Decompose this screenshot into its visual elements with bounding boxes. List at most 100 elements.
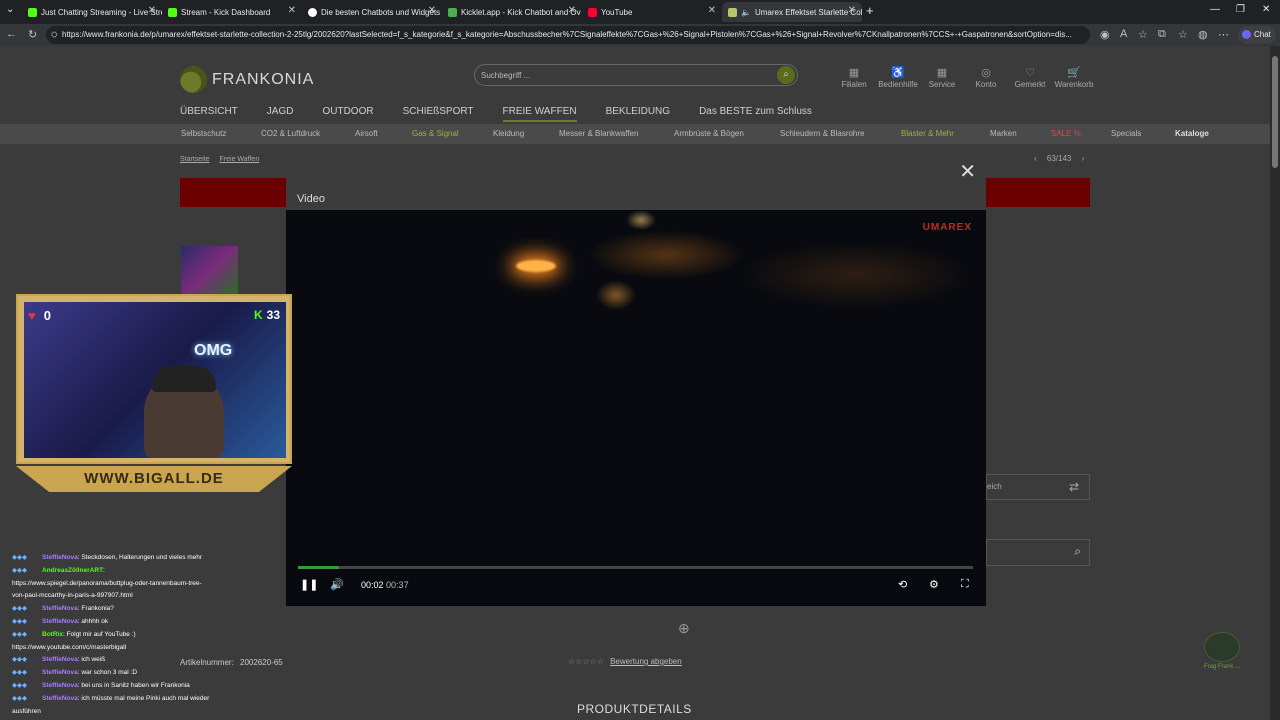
viewer-count: K 33	[254, 308, 280, 322]
favorites-icon[interactable]: ☆	[1178, 28, 1188, 41]
subnav-item[interactable]: Marken	[990, 129, 1017, 138]
chat-username[interactable]: BotRix	[42, 631, 63, 638]
util-filialen[interactable]: ▦ Filialen	[832, 66, 876, 89]
subnav-item[interactable]: Schleudern & Blasrohre	[780, 129, 865, 138]
kick-icon	[28, 7, 37, 17]
speaker-icon[interactable]: 🔈	[741, 8, 751, 17]
chat-username[interactable]: AndreasZöllnerART	[42, 567, 103, 574]
tab-search-icon[interactable]: ⌄	[6, 4, 14, 15]
util-gemerkt[interactable]: ♡ Gemerkt	[1008, 66, 1052, 89]
progress-fill	[298, 566, 339, 569]
tab-chatbots[interactable]: Die besten Chatbots und Widgets ✕	[302, 2, 442, 22]
store-search-box[interactable]: ⌕	[986, 539, 1090, 566]
subnav-item[interactable]: Kleidung	[493, 129, 524, 138]
close-icon[interactable]: ✕	[568, 5, 576, 16]
close-icon[interactable]: ✕	[959, 162, 976, 182]
subnav-item[interactable]: Messer & Blankwaffen	[559, 129, 638, 138]
tab-youtube[interactable]: YouTube ✕	[582, 2, 722, 22]
back-icon[interactable]: ←	[6, 28, 17, 40]
volume-icon[interactable]: 🔊	[330, 578, 344, 591]
breadcrumb-item[interactable]: Freie Waffen	[220, 156, 260, 163]
bookmark-star-icon[interactable]: ☆	[1138, 28, 1148, 41]
tab-kick-dashboard[interactable]: Stream - Kick Dashboard ✕	[162, 2, 302, 22]
chevron-left-icon[interactable]: ‹	[1034, 154, 1037, 163]
site-info-icon[interactable]: ⛭	[51, 26, 57, 44]
page-scrollbar[interactable]	[1270, 46, 1280, 720]
close-icon[interactable]: ✕	[148, 5, 156, 16]
fullscreen-icon[interactable]: ⛶	[961, 578, 969, 591]
minimize-icon[interactable]: —	[1210, 4, 1220, 15]
nav-das-beste[interactable]: Das BESTE zum Schluss	[699, 106, 812, 122]
tab-kicklet[interactable]: Kicklet.app - Kick Chatbot and Ov ✕	[442, 2, 582, 22]
subnav-item[interactable]: CO2 & Luftdruck	[261, 129, 320, 138]
profile-icon[interactable]: ◍	[1198, 28, 1208, 41]
chat-username[interactable]: SteffieNova	[42, 669, 78, 676]
chevron-right-icon[interactable]: ›	[1082, 154, 1085, 163]
nav-uebersicht[interactable]: ÜBERSICHT	[180, 106, 238, 122]
search-input[interactable]	[481, 68, 761, 82]
chat-text: : war schon 3 mal :D	[77, 669, 138, 677]
rate-link[interactable]: Bewertung abgeben	[610, 657, 682, 666]
search-icon[interactable]: ⌕	[777, 66, 795, 84]
firework-trail	[626, 210, 656, 230]
util-label: Service	[928, 80, 956, 89]
extension-icon[interactable]: ◉	[1100, 28, 1110, 41]
extensions-icon[interactable]: ⧉	[1158, 28, 1166, 41]
nav-jagd[interactable]: JAGD	[267, 106, 294, 122]
chat-username[interactable]: SteffieNova	[42, 554, 78, 561]
util-warenkorb[interactable]: 🛒 Warenkorb	[1052, 66, 1096, 89]
reload-icon[interactable]: ↻	[28, 28, 37, 41]
zoom-icon[interactable]: ⊕	[678, 620, 690, 637]
product-pager: ‹ 63/143 ›	[1034, 154, 1084, 163]
subnav-item[interactable]: Blaster & Mehr	[901, 129, 954, 138]
window-close-icon[interactable]: ✕	[1262, 4, 1270, 15]
settings-gear-icon[interactable]: ⚙	[929, 578, 939, 591]
close-icon[interactable]: ✕	[288, 5, 296, 16]
cart-icon: 🛒	[1067, 67, 1081, 79]
util-service[interactable]: ▦ Service	[920, 66, 964, 89]
url-bar[interactable]: ⛭ https://www.frankonia.de/p/umarex/effe…	[46, 26, 1090, 44]
loop-icon[interactable]: ⟲	[898, 578, 907, 591]
chat-helper[interactable]: Frag Frank ...	[1200, 632, 1244, 676]
subnav-item[interactable]: Specials	[1111, 129, 1141, 138]
chat-message: https://www.youtube.com/c/masterbigall	[12, 642, 252, 655]
subnav-item[interactable]: Airsoft	[355, 129, 378, 138]
video-player[interactable]: UMAREX ❚❚ 🔊 00:02 00:37 ⟲ ⚙ ⛶	[286, 210, 986, 606]
subnav-item-sale[interactable]: SALE %	[1051, 129, 1081, 138]
tab-frankonia[interactable]: 🔈 Umarex Effektset Starlette Col ✕	[722, 2, 862, 22]
tab-kick-streaming[interactable]: Just Chatting Streaming - Live Strea ✕	[22, 2, 162, 22]
video-progress[interactable]	[298, 566, 973, 569]
scrollbar-thumb[interactable]	[1272, 56, 1278, 168]
new-tab-icon[interactable]: +	[866, 3, 874, 18]
compare-box[interactable]: eich ⇄	[986, 474, 1090, 500]
maximize-icon[interactable]: ❐	[1236, 4, 1245, 15]
breadcrumb: Startseite Freie Waffen	[180, 156, 267, 163]
copilot-chat-button[interactable]: Chat	[1238, 26, 1276, 44]
close-icon[interactable]: ✕	[848, 5, 856, 16]
product-thumbnail[interactable]	[181, 246, 238, 294]
nav-outdoor[interactable]: OUTDOOR	[322, 106, 373, 122]
subnav-item[interactable]: Armbrüste & Bögen	[674, 129, 744, 138]
chat-username[interactable]: SteffieNova	[42, 656, 78, 663]
translate-icon[interactable]: A	[1120, 28, 1127, 40]
pause-icon[interactable]: ❚❚	[300, 578, 318, 591]
subnav-item-active[interactable]: Gas & Signal	[412, 129, 459, 138]
subnav-item[interactable]: Kataloge	[1175, 129, 1209, 138]
util-bedienhilfe[interactable]: ♿ Bedienhilfe	[876, 66, 920, 89]
chat-username[interactable]: SteffieNova	[42, 618, 78, 625]
chat-badge-icon: ◆◆◆	[12, 694, 27, 702]
nav-bekleidung[interactable]: BEKLEIDUNG	[606, 106, 670, 122]
site-logo[interactable]: FRANKONIA	[180, 66, 314, 93]
util-konto[interactable]: ◎ Konto	[964, 66, 1008, 89]
close-icon[interactable]: ✕	[428, 5, 436, 16]
breadcrumb-item[interactable]: Startseite	[180, 156, 210, 163]
menu-icon[interactable]: ⋯	[1218, 28, 1229, 41]
subnav-item[interactable]: Selbstschutz	[181, 129, 226, 138]
close-icon[interactable]: ✕	[708, 5, 716, 16]
util-label: Warenkorb	[1054, 80, 1094, 89]
nav-freie-waffen[interactable]: FREIE WAFFEN	[502, 106, 577, 122]
chat-username[interactable]: SteffieNova	[42, 605, 78, 612]
nav-schiesssport[interactable]: SCHIEßSPORT	[403, 106, 474, 122]
chat-username[interactable]: SteffieNova	[42, 682, 78, 689]
chat-username[interactable]: SteffieNova	[42, 695, 78, 702]
